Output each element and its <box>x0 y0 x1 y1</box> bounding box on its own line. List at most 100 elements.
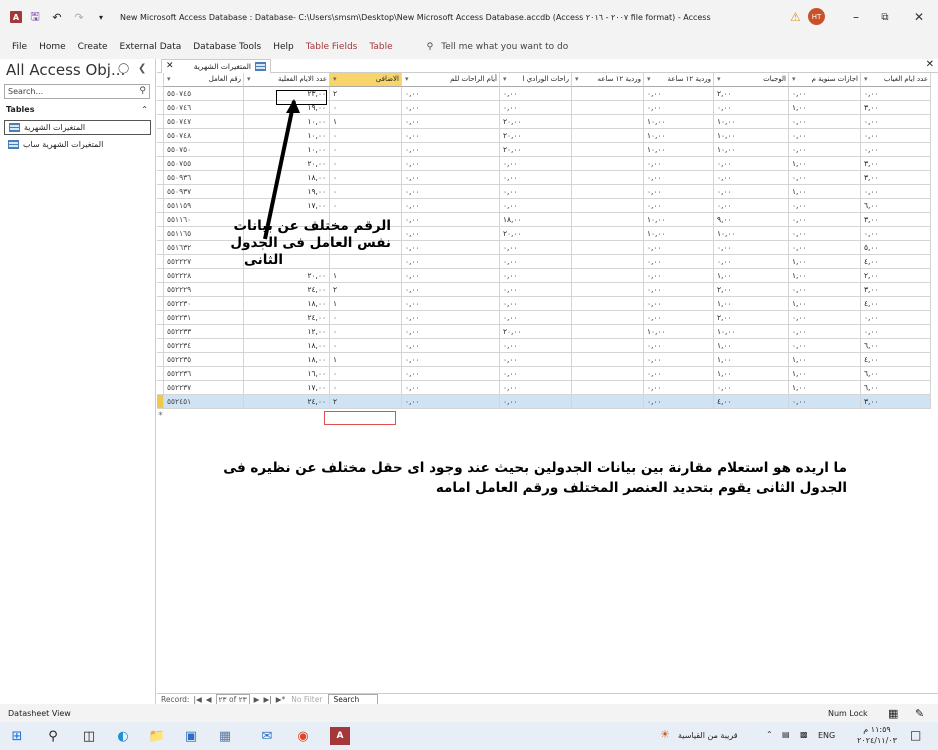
table-cell[interactable] <box>572 157 644 171</box>
table-cell[interactable] <box>572 381 644 395</box>
table-cell[interactable]: ٠,٠٠ <box>714 185 789 199</box>
column-header[interactable]: الوجبات ▾ <box>714 73 789 87</box>
table-cell[interactable] <box>572 311 644 325</box>
record-selector[interactable] <box>157 339 164 353</box>
table-cell[interactable]: ٠ <box>330 311 402 325</box>
table-cell[interactable]: ٥٥٢٢٣٦ <box>164 367 244 381</box>
record-selector[interactable] <box>157 395 164 409</box>
sort-filter-icon[interactable]: ▾ <box>333 73 337 86</box>
nav-item-table-1[interactable]: المتغيرات الشهرية <box>4 120 151 135</box>
table-cell[interactable]: ٥٥٢٢٣١ <box>164 311 244 325</box>
table-cell[interactable]: ٥٥٢٢٣٤ <box>164 339 244 353</box>
table-cell[interactable]: ٠,٠٠ <box>789 171 861 185</box>
table-cell[interactable]: ٥٥٠٩٣٧ <box>164 185 244 199</box>
table-cell[interactable]: ٠,٠٠ <box>402 311 500 325</box>
table-cell[interactable] <box>572 395 644 409</box>
table-cell[interactable]: ٦,٠٠ <box>861 339 931 353</box>
record-selector[interactable] <box>157 381 164 395</box>
sort-filter-icon[interactable]: ▾ <box>575 73 579 86</box>
network-icon[interactable]: ▤ <box>782 730 790 739</box>
table-cell[interactable]: ١٠,٠٠ <box>644 143 714 157</box>
record-selector[interactable] <box>157 255 164 269</box>
record-selector[interactable] <box>157 353 164 367</box>
table-cell[interactable]: ١,٠٠ <box>789 185 861 199</box>
table-cell[interactable]: ٥٥٠٧٥٠ <box>164 143 244 157</box>
table-cell[interactable]: ٠,٠٠ <box>500 87 572 101</box>
table-cell[interactable]: ٠ <box>330 199 402 213</box>
table-cell[interactable]: ٠,٠٠ <box>402 283 500 297</box>
weather-icon[interactable]: ☀ <box>660 728 670 741</box>
column-header[interactable]: عدد الايام الفعلية ▾ <box>244 73 330 87</box>
table-cell[interactable] <box>572 87 644 101</box>
table-cell[interactable]: ٠,٠٠ <box>644 255 714 269</box>
file-explorer-icon[interactable]: 📁 <box>146 725 168 747</box>
table-cell[interactable] <box>572 199 644 213</box>
record-selector[interactable] <box>157 171 164 185</box>
table-cell[interactable]: ٠,٠٠ <box>789 339 861 353</box>
table-cell[interactable]: ١ <box>330 269 402 283</box>
table-cell[interactable]: ٠,٠٠ <box>402 297 500 311</box>
tray-chevron-icon[interactable]: ⌃ <box>766 730 773 739</box>
table-cell[interactable]: ٠,٠٠ <box>714 255 789 269</box>
clock[interactable]: ١١:٥٩ م ٢٠٢٤/١١/٠٣ <box>852 724 902 746</box>
table-cell[interactable]: ٢٠,٠٠ <box>500 115 572 129</box>
table-cell[interactable]: ١٧,٠٠ <box>244 381 330 395</box>
table-cell[interactable]: ٠,٠٠ <box>789 325 861 339</box>
table-cell[interactable]: ٢,٠٠ <box>861 269 931 283</box>
table-cell[interactable]: ٠,٠٠ <box>861 325 931 339</box>
column-header[interactable]: عدد ايام الغياب ▾ <box>861 73 931 87</box>
table-cell[interactable]: ٥٥٢٤٥١ <box>164 395 244 409</box>
table-cell[interactable]: ٢٠,٠٠ <box>244 269 330 283</box>
record-selector[interactable] <box>157 283 164 297</box>
table-cell[interactable]: ٠,٠٠ <box>402 325 500 339</box>
table-cell[interactable]: ٣,٠٠ <box>861 213 931 227</box>
table-row[interactable]: ٥٥٢٢٣٠ ١٨,٠٠ ١ ٠,٠٠ ٠,٠٠ ٠,٠٠ ١,٠٠ ١,٠٠ ٤,٠٠ <box>157 297 931 311</box>
table-cell[interactable]: ١,٠٠ <box>789 157 861 171</box>
display-icon[interactable]: ▩ <box>800 730 808 739</box>
table-cell[interactable]: ٢,٠٠ <box>714 87 789 101</box>
redo-icon[interactable]: ↷ <box>70 8 88 26</box>
table-cell[interactable]: ١,٠٠ <box>714 367 789 381</box>
table-cell[interactable]: ٢٠,٠٠ <box>500 129 572 143</box>
prev-record-button[interactable]: ◀ <box>206 695 212 704</box>
table-cell[interactable] <box>572 353 644 367</box>
table-cell[interactable]: ٠,٠٠ <box>500 339 572 353</box>
table-cell[interactable]: ٠ <box>330 129 402 143</box>
table-cell[interactable]: ٠ <box>330 171 402 185</box>
task-view-icon[interactable]: ◫ <box>78 725 100 747</box>
select-all-corner[interactable] <box>157 73 164 87</box>
table-cell[interactable]: ٥٥١١٥٩ <box>164 199 244 213</box>
table-cell[interactable]: ٠,٠٠ <box>402 87 500 101</box>
table-cell[interactable]: ٠,٠٠ <box>402 269 500 283</box>
table-cell[interactable]: ٣,٠٠ <box>861 283 931 297</box>
table-cell[interactable]: ١٨,٠٠ <box>500 213 572 227</box>
table-cell[interactable]: ٥٥٢٢٣٣ <box>164 325 244 339</box>
table-cell[interactable]: ٠,٠٠ <box>500 241 572 255</box>
save-icon[interactable]: 🖫 <box>26 8 44 26</box>
column-header[interactable]: وردية ١٢ ساعة ▾ <box>644 73 714 87</box>
table-row[interactable]: ٥٥٢٢٣٤ ١٨,٠٠ ٠ ٠,٠٠ ٠,٠٠ ٠,٠٠ ١,٠٠ ٠,٠٠ ٦,٠٠ <box>157 339 931 353</box>
sort-filter-icon[interactable]: ▾ <box>247 73 251 86</box>
table-cell[interactable]: ٠,٠٠ <box>644 199 714 213</box>
table-cell[interactable]: ٠,٠٠ <box>500 171 572 185</box>
table-cell[interactable]: ١,٠٠ <box>789 101 861 115</box>
table-cell[interactable]: ٢,٠٠ <box>714 283 789 297</box>
table-cell[interactable]: ٠,٠٠ <box>402 199 500 213</box>
table-cell[interactable]: ٦,٠٠ <box>861 367 931 381</box>
table-cell[interactable]: ١٠,٠٠ <box>714 143 789 157</box>
record-selector[interactable] <box>157 157 164 171</box>
table-cell[interactable]: ٠,٠٠ <box>714 157 789 171</box>
table-cell[interactable]: ٠,٠٠ <box>500 297 572 311</box>
avatar[interactable]: HT <box>808 8 825 25</box>
table-cell[interactable]: ٠,٠٠ <box>644 171 714 185</box>
table-cell[interactable]: ٠,٠٠ <box>644 339 714 353</box>
table-cell[interactable]: ٠,٠٠ <box>500 283 572 297</box>
restore-button[interactable]: ⧉ <box>872 6 898 28</box>
table-cell[interactable]: ٢٠,٠٠ <box>500 227 572 241</box>
sort-filter-icon[interactable]: ▾ <box>792 73 796 86</box>
table-cell[interactable]: ٥٥٠٧٤٦ <box>164 101 244 115</box>
tab-help[interactable]: Help <box>273 42 294 52</box>
table-cell[interactable]: ١ <box>330 353 402 367</box>
table-cell[interactable]: ٠,٠٠ <box>644 87 714 101</box>
table-cell[interactable]: ١,٠٠ <box>714 297 789 311</box>
